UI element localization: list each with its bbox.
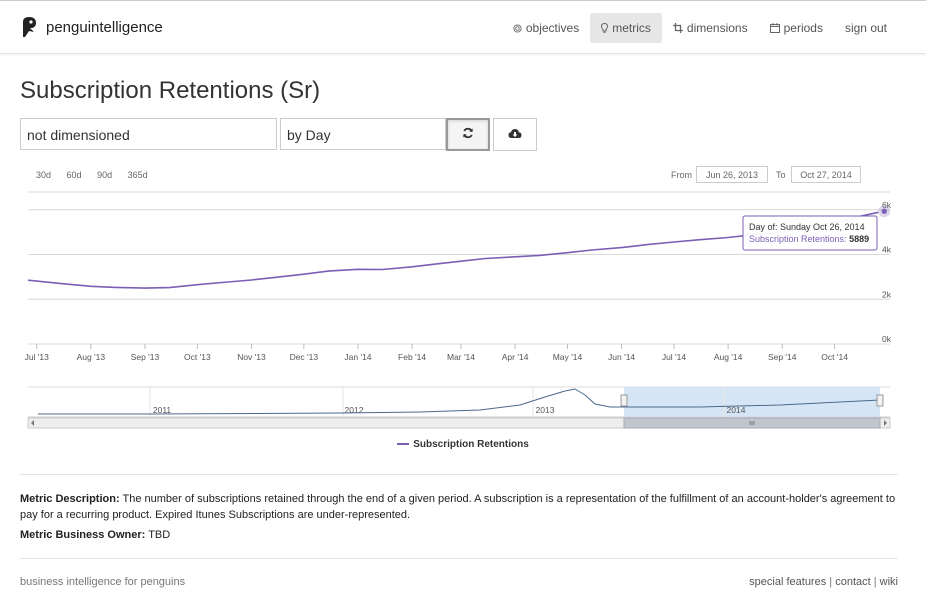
- x-tick-label: May '14: [553, 352, 583, 362]
- brand-link[interactable]: penguintelligence: [20, 16, 163, 38]
- range-buttons: 30d 60d 90d 365d: [36, 170, 161, 180]
- to-date-input[interactable]: Oct 27, 2014: [791, 166, 861, 183]
- x-tick-label: Oct '14: [821, 352, 848, 362]
- owner-label: Metric Business Owner:: [20, 529, 146, 541]
- y-tick-label: 0k: [882, 334, 892, 344]
- range-90d-button[interactable]: 90d: [97, 170, 112, 180]
- footer-link-contact[interactable]: contact: [835, 576, 870, 588]
- x-tick-label: Jul '13: [25, 352, 50, 362]
- nav-sign-out-label: sign out: [844, 21, 887, 35]
- x-tick-label: Sep '13: [131, 352, 160, 362]
- x-tick-label: Jun '14: [608, 352, 635, 362]
- divider: [20, 474, 898, 475]
- from-date-input[interactable]: Jun 26, 2013: [696, 166, 768, 183]
- download-button[interactable]: [493, 118, 537, 151]
- refresh-icon: [462, 126, 474, 144]
- nav-periods-label: periods: [783, 21, 823, 35]
- nav-metrics-label: metrics: [612, 21, 651, 35]
- data-point-marker[interactable]: [881, 208, 887, 214]
- tooltip-title: Day of: Sunday Oct 26, 2014: [749, 222, 865, 232]
- footer-link-special-features[interactable]: special features: [749, 576, 826, 588]
- range-365d-button[interactable]: 365d: [128, 170, 148, 180]
- cloud-download-icon: [508, 126, 522, 144]
- x-tick-label: Aug '13: [77, 352, 106, 362]
- calendar-icon: [769, 23, 780, 33]
- x-tick-label: Sep '14: [768, 352, 797, 362]
- footer-link-wiki[interactable]: wiki: [880, 576, 898, 588]
- description-text: The number of subscriptions retained thr…: [20, 493, 896, 521]
- range-60d-button[interactable]: 60d: [67, 170, 82, 180]
- x-tick-label: Aug '14: [714, 352, 743, 362]
- main-nav: objectives metrics dimensions periods si…: [502, 13, 898, 43]
- nav-sign-out[interactable]: sign out: [834, 13, 898, 43]
- x-tick-label: Feb '14: [398, 352, 426, 362]
- metric-description: Metric Description: The number of subscr…: [20, 491, 900, 523]
- nav-dimensions[interactable]: dimensions: [662, 13, 759, 43]
- penguin-logo-icon: [20, 16, 40, 38]
- navigator-handle-left[interactable]: [620, 394, 628, 407]
- nav-metrics[interactable]: metrics: [590, 13, 662, 43]
- navigator-year-label: 2013: [536, 405, 555, 415]
- x-tick-label: Mar '14: [447, 352, 475, 362]
- description-label: Metric Description:: [20, 493, 120, 505]
- crop-icon: [672, 23, 683, 33]
- period-select[interactable]: by Day: [280, 118, 446, 150]
- metric-owner: Metric Business Owner: TBD: [20, 529, 170, 541]
- nav-dimensions-label: dimensions: [686, 21, 748, 35]
- from-label: From: [671, 170, 692, 180]
- tooltip-value: Subscription Retentions: 5889: [749, 234, 869, 244]
- y-tick-label: 2k: [882, 289, 892, 299]
- nav-objectives[interactable]: objectives: [502, 13, 590, 43]
- x-tick-label: Apr '14: [502, 352, 529, 362]
- footer-tagline: business intelligence for penguins: [20, 576, 186, 588]
- x-tick-label: Oct '13: [184, 352, 211, 362]
- to-label: To: [776, 170, 786, 180]
- navigator-handle-right[interactable]: [876, 394, 884, 407]
- legend-line-swatch: [397, 443, 410, 446]
- brand-name: penguintelligence: [46, 18, 163, 36]
- x-tick-label: Jan '14: [344, 352, 371, 362]
- chart-legend[interactable]: Subscription Retentions: [0, 439, 926, 450]
- page-title: Subscription Retentions (Sr): [20, 77, 321, 104]
- legend-item-label: Subscription Retentions: [413, 439, 529, 450]
- lightbulb-icon: [601, 23, 609, 33]
- x-tick-label: Jul '14: [662, 352, 687, 362]
- owner-value: TBD: [148, 529, 171, 541]
- top-navbar: penguintelligence objectives metrics dim…: [0, 0, 926, 54]
- nav-periods[interactable]: periods: [759, 13, 834, 43]
- refresh-button[interactable]: [446, 118, 490, 151]
- y-tick-label: 4k: [882, 245, 892, 255]
- nav-objectives-label: objectives: [525, 21, 580, 35]
- target-icon: [513, 23, 522, 33]
- line-chart[interactable]: 0k2k4k6kJul '13 Aug '13 Sep '13 Oct '13 Nov …: [0, 185, 926, 435]
- footer-links: special features | contact | wiki: [749, 576, 898, 588]
- navigator-year-label: 2012: [345, 405, 364, 415]
- range-30d-button[interactable]: 30d: [36, 170, 51, 180]
- divider: [20, 558, 898, 559]
- x-tick-label: Nov '13: [237, 352, 266, 362]
- x-tick-label: Dec '13: [290, 352, 319, 362]
- dimension-select[interactable]: not dimensioned: [20, 118, 277, 150]
